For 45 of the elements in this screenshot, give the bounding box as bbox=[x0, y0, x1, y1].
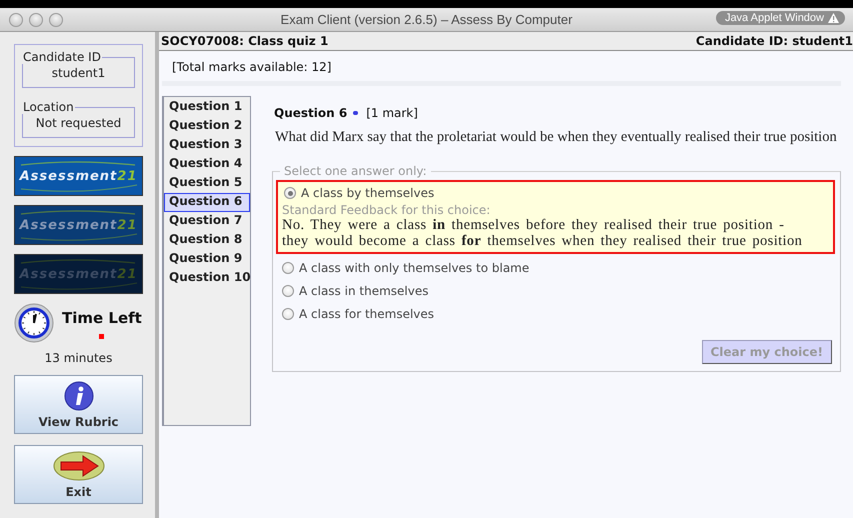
radio-button[interactable] bbox=[282, 262, 294, 274]
window-control-button[interactable] bbox=[9, 12, 23, 26]
quiz-title: SOCY07008: Class quiz 1 bbox=[161, 34, 328, 48]
logo-text: Assessment21 bbox=[20, 218, 138, 232]
question-marks: [1 mark] bbox=[366, 106, 418, 120]
info-icon bbox=[64, 381, 94, 411]
question-title: Question 6 bbox=[274, 106, 348, 120]
question-item[interactable]: Question 6 bbox=[164, 193, 250, 212]
question-item[interactable]: Question 7 bbox=[164, 212, 250, 231]
radio-button[interactable] bbox=[282, 308, 294, 320]
logo-text: Assessment21 bbox=[20, 168, 138, 184]
feedback-label: Standard Feedback for this choice: bbox=[281, 203, 492, 217]
question-item[interactable]: Question 5 bbox=[164, 174, 250, 193]
question-text: What did Marx say that the proletariat would be when they eventually realised their true position bbox=[275, 129, 838, 146]
timer-indicator-icon bbox=[99, 334, 104, 339]
time-left-label: Time Left bbox=[62, 309, 143, 327]
window-control-button[interactable] bbox=[49, 12, 63, 26]
field-value: student1 bbox=[50, 66, 106, 80]
question-item[interactable]: Question 8 bbox=[164, 231, 250, 250]
question-item[interactable]: Question 10 bbox=[164, 269, 250, 288]
question-item[interactable]: Question 3 bbox=[164, 136, 250, 155]
answer-option[interactable]: A class in themselves bbox=[299, 284, 428, 298]
field-value: Not requested bbox=[34, 116, 122, 130]
candidate-id-label: Candidate ID: student1 bbox=[696, 34, 853, 48]
time-remaining: 13 minutes bbox=[44, 351, 114, 365]
radio-button[interactable] bbox=[284, 187, 296, 199]
instruction-label: Select one answer only: bbox=[283, 164, 428, 178]
answer-option[interactable]: A class with only themselves to blame bbox=[299, 260, 530, 274]
question-item[interactable]: Question 4 bbox=[164, 155, 250, 174]
feedback-text: No. They were a class in themselves before they realised their true position - they would become a class for themselves when they realised their true position bbox=[281, 217, 804, 249]
question-item[interactable]: Question 9 bbox=[164, 250, 250, 269]
field-label: Location bbox=[22, 100, 75, 114]
window-title: Exam Client (version 2.6.5) – Assess By Computer bbox=[280, 12, 572, 27]
radio-button[interactable] bbox=[282, 284, 294, 296]
answer-option[interactable]: A class by themselves bbox=[301, 186, 434, 200]
clock-icon bbox=[14, 303, 54, 343]
window-control-button[interactable] bbox=[29, 12, 43, 26]
field-label: Candidate ID bbox=[22, 50, 102, 64]
answer-option[interactable]: A class for themselves bbox=[299, 306, 434, 320]
question-item[interactable]: Question 2 bbox=[164, 117, 250, 136]
question-item[interactable]: Question 1 bbox=[164, 98, 250, 117]
view-rubric-button[interactable]: View Rubric bbox=[14, 375, 143, 434]
badge-text: Java Applet Window bbox=[724, 12, 824, 24]
total-marks: [Total marks available: 12] bbox=[172, 60, 332, 76]
exit-button[interactable]: Exit bbox=[14, 445, 143, 504]
